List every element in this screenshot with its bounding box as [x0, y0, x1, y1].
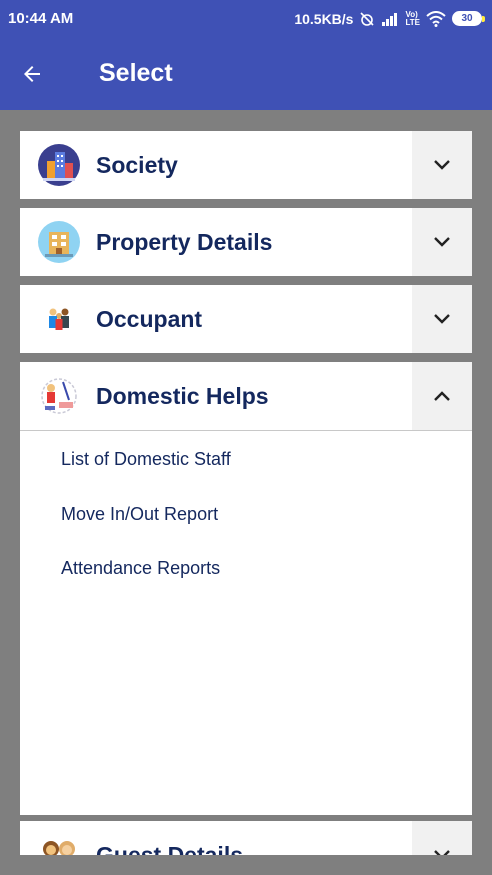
expand-toggle[interactable]	[412, 285, 472, 353]
signal-icon	[381, 12, 399, 26]
domestic-helps-submenu: List of Domestic Staff Move In/Out Repor…	[20, 430, 472, 815]
arrow-left-icon	[24, 65, 40, 82]
chevron-down-icon	[434, 314, 450, 324]
accordion-domestic-helps[interactable]: Domestic Helps	[20, 362, 472, 430]
accordion-guest-details[interactable]: Guest Details	[20, 821, 472, 855]
accordion-occupant[interactable]: Occupant	[20, 285, 472, 353]
accordion-label: Domestic Helps	[96, 382, 269, 409]
chevron-down-icon	[434, 160, 450, 170]
submenu-item-domestic-staff[interactable]: List of Domestic Staff	[61, 449, 231, 470]
property-building-icon	[32, 215, 86, 269]
status-indicators: 10.5KB/s Vo) LTE 30	[294, 10, 485, 27]
occupants-group-icon	[32, 292, 86, 346]
page-title: Select	[99, 59, 173, 87]
society-building-icon	[32, 138, 86, 192]
accordion-society[interactable]: Society	[20, 131, 472, 199]
alarm-off-icon	[359, 11, 375, 27]
chevron-down-icon	[434, 237, 450, 247]
lte-label: LTE	[405, 17, 420, 27]
collapse-toggle[interactable]	[412, 362, 472, 430]
domestic-help-icon	[32, 369, 86, 423]
network-speed: 10.5KB/s	[294, 10, 354, 27]
accordion-label: Society	[96, 151, 178, 178]
accordion-property-details[interactable]: Property Details	[20, 208, 472, 276]
expand-toggle[interactable]	[412, 208, 472, 276]
accordion-label: Occupant	[96, 305, 203, 332]
status-bar: 10:44 AM 10.5KB/s Vo) LTE 30	[0, 0, 492, 37]
battery-level: 30	[461, 12, 473, 24]
battery-icon: 30	[452, 11, 485, 26]
chevron-up-icon	[434, 391, 450, 401]
app-bar: Select	[0, 37, 492, 110]
accordion-label: Guest Details	[96, 841, 243, 856]
accordion-label: Property Details	[96, 228, 273, 255]
guests-icon	[32, 828, 86, 855]
back-button[interactable]	[0, 37, 72, 110]
wifi-icon	[426, 10, 446, 27]
status-time: 10:44 AM	[8, 10, 74, 27]
chevron-down-icon	[434, 850, 450, 855]
expand-toggle[interactable]	[412, 821, 472, 855]
expand-toggle[interactable]	[412, 131, 472, 199]
submenu-item-move-in-out-report[interactable]: Move In/Out Report	[61, 504, 218, 525]
accordion-list: Society Property Details Occupant Domest…	[20, 110, 472, 855]
submenu-item-attendance-reports[interactable]: Attendance Reports	[61, 558, 220, 579]
volte-icon: Vo) LTE	[405, 10, 420, 27]
